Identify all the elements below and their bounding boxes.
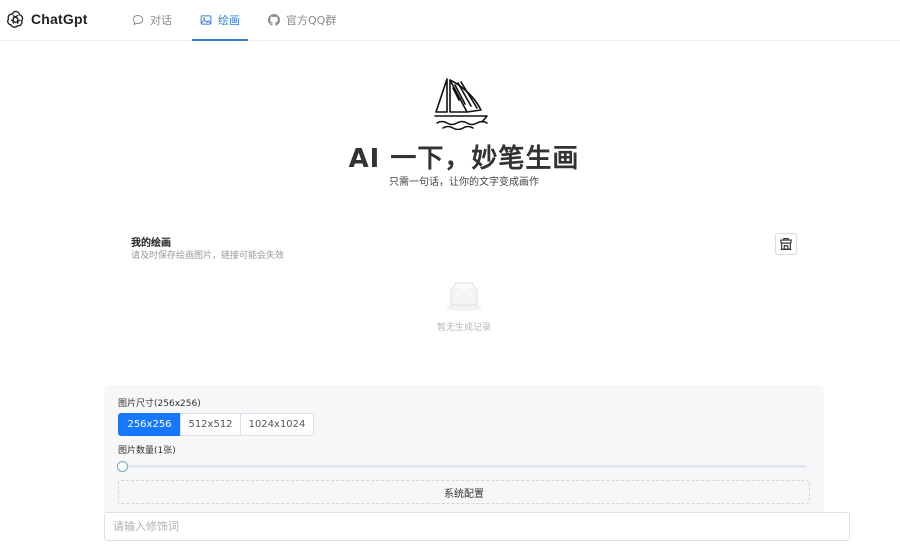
tab-drawing-label: 绘画 [218, 14, 240, 27]
tab-chat-label: 对话 [150, 14, 172, 27]
gallery-title: 我的绘画 [131, 238, 171, 249]
size-option-256[interactable]: 256x256 [118, 413, 181, 436]
image-count-slider-track[interactable] [122, 465, 806, 468]
image-icon [200, 15, 212, 25]
active-tab-indicator [192, 39, 248, 41]
prompt-input[interactable] [104, 512, 850, 541]
tab-qq-group-label: 官方QQ群 [286, 14, 337, 27]
shop-icon [780, 238, 792, 250]
hero-subtitle: 只需一句话，让你的文字变成画作 [389, 177, 539, 188]
image-size-label: 图片尺寸(256x256) [118, 399, 201, 409]
openai-logo-icon[interactable] [5, 9, 26, 30]
tab-drawing[interactable]: 绘画 [200, 0, 240, 40]
system-config-button[interactable]: 系统配置 [118, 480, 810, 504]
top-header: ChatGpt 对话 绘画 官方QQ群 [0, 0, 900, 41]
chat-bubble-icon [132, 15, 144, 26]
image-count-slider-thumb[interactable] [117, 461, 128, 472]
empty-state-text: 暂无生成记录 [436, 323, 491, 333]
hero-title: AI 一下，妙笔生画 [348, 144, 580, 174]
github-icon [268, 14, 280, 26]
brand-name: ChatGpt [31, 11, 88, 27]
gallery-description: 请及时保存绘画图片，链接可能会失效 [131, 251, 285, 261]
tab-chat[interactable]: 对话 [132, 0, 172, 40]
sailboat-icon [434, 78, 488, 130]
size-option-512[interactable]: 512x512 [180, 413, 241, 436]
image-size-selector: 256x256 512x512 1024x1024 [118, 413, 314, 436]
image-count-label: 图片数量(1张) [118, 446, 176, 456]
gallery-action-button[interactable] [775, 233, 797, 255]
tab-qq-group[interactable]: 官方QQ群 [268, 0, 336, 40]
empty-inbox-icon [446, 282, 482, 311]
size-option-1024[interactable]: 1024x1024 [240, 413, 314, 436]
